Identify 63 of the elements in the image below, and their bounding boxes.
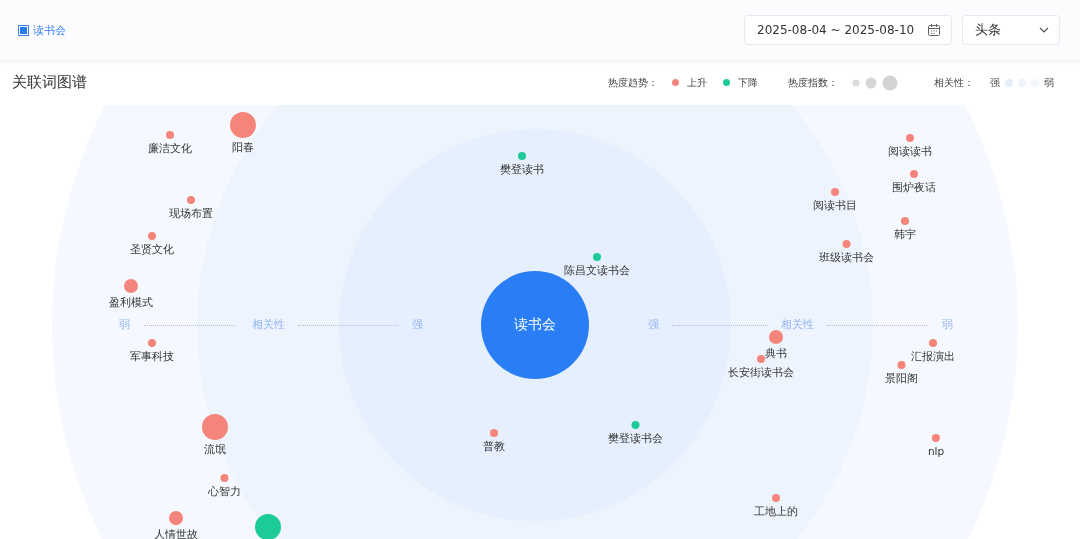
legend-label: 热度趋势：: [608, 75, 658, 90]
legend-item-label: 上升: [687, 75, 707, 90]
topic-label: 读书会: [33, 22, 66, 38]
keyword-bubble[interactable]: [757, 355, 765, 363]
keyword-label: 樊登读书会: [607, 432, 663, 446]
axis-label: 强: [411, 317, 423, 332]
chevron-down-icon: [1039, 27, 1049, 33]
keyword-bubble[interactable]: [148, 339, 156, 347]
legend-item-label: 强: [990, 75, 1000, 90]
axis-label: 强: [647, 317, 659, 332]
legend-label: 相关性：: [934, 75, 974, 90]
axis-label: 相关性: [251, 317, 285, 332]
keyword-label: 长安街读书会: [728, 366, 794, 380]
keyword-label: 阳春: [232, 141, 254, 155]
legend-item-label: 下降: [738, 75, 758, 90]
keyword-label: 樊登读书: [500, 163, 544, 177]
keyword-bubble[interactable]: [166, 131, 174, 139]
keyword-bubble[interactable]: [842, 240, 850, 248]
keyword-bubble[interactable]: [910, 170, 918, 178]
keyword-bubble[interactable]: [772, 494, 780, 502]
keyword-label: 心智力: [207, 485, 241, 499]
calendar-icon: [927, 23, 941, 37]
keyword-label: 普教: [483, 440, 505, 454]
legend-item-label: 弱: [1044, 75, 1054, 90]
source-select[interactable]: 头条: [962, 15, 1060, 45]
axis-label: 弱: [118, 317, 130, 332]
keyword-label: 盈利模式: [109, 296, 153, 310]
keyword-label: nlp: [927, 445, 945, 457]
keyword-bubble[interactable]: [831, 188, 839, 196]
checkbox-icon: [18, 24, 29, 36]
keyword-label: 景阳阁: [884, 372, 918, 386]
keyword-bubble[interactable]: [518, 152, 526, 160]
keyword-bubble[interactable]: [929, 339, 937, 347]
keyword-label: 围炉夜话: [892, 181, 936, 195]
keyword-label: 典书: [765, 347, 787, 361]
section-title: 关联词图谱: [12, 73, 88, 92]
keyword-bubble[interactable]: [631, 421, 639, 429]
keyword-bubble[interactable]: [901, 217, 909, 225]
keyword-label: 工地上的: [754, 505, 798, 519]
keyword-bubble[interactable]: [906, 134, 914, 142]
date-range-field[interactable]: 2025-08-04 ~ 2025-08-10: [744, 15, 952, 45]
keyword-label: 阅读读书: [888, 145, 932, 159]
axis-label: 相关性: [780, 317, 814, 332]
keyword-label: 圣贤文化: [130, 243, 174, 257]
keyword-bubble[interactable]: [148, 232, 156, 240]
keyword-label: 军事科技: [130, 350, 174, 364]
keyword-label: 人情世故: [154, 528, 198, 539]
keyword-label: 班级读书会: [818, 251, 874, 265]
keyword-bubble[interactable]: [932, 434, 940, 442]
axis-label: 弱: [941, 317, 953, 332]
keyword-label: 廉洁文化: [148, 142, 192, 156]
legend-label: 热度指数：: [788, 75, 838, 90]
keyword-label: 流氓: [204, 443, 226, 457]
keyword-bubble[interactable]: [897, 361, 905, 369]
keyword-label: 现场布置: [169, 207, 213, 221]
keyword-label: 韩宇: [894, 228, 916, 242]
keyword-label: 汇报演出: [911, 350, 955, 364]
keyword-label: 阅读书目: [813, 199, 857, 213]
keyword-bubble[interactable]: [187, 196, 195, 204]
keyword-bubble[interactable]: [490, 429, 498, 437]
keyword-bubble[interactable]: [593, 253, 601, 261]
relevance-scale-icon: [1004, 77, 1040, 88]
keyword-bubble[interactable]: [220, 474, 228, 482]
